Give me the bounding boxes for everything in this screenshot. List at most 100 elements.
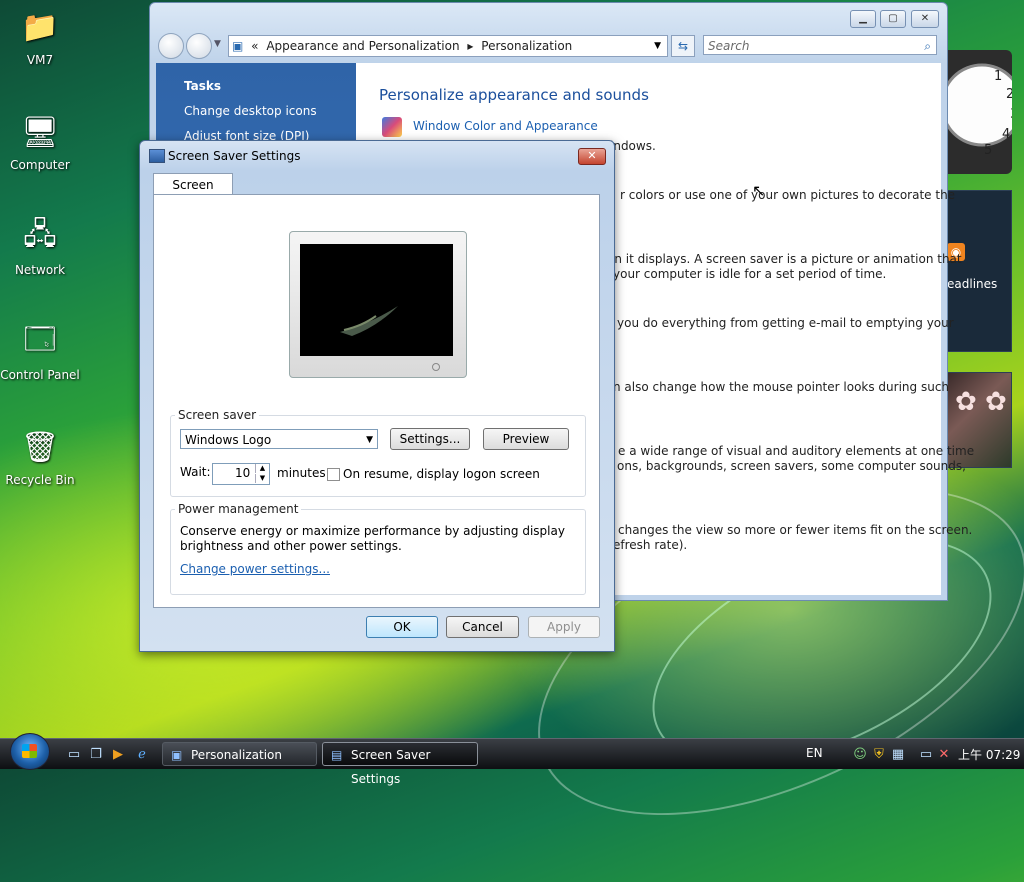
network-tray-icon[interactable]: ▦ — [890, 747, 906, 763]
change-power-settings-link[interactable]: Change power settings... — [180, 562, 330, 576]
dialog-title: Screen Saver Settings — [168, 149, 301, 163]
display-tray-icon[interactable]: ▭ — [918, 747, 934, 763]
task-change-desktop-icons[interactable]: Change desktop icons — [184, 104, 317, 118]
recycle-bin-icon: 🗑 — [20, 429, 60, 465]
desktop-icon-label: Computer — [10, 158, 70, 172]
feed-label: eadlines — [947, 277, 998, 291]
search-input[interactable]: Search ⌕ — [703, 35, 937, 55]
mouse-cursor-icon: ↖ — [752, 181, 766, 200]
content-text: you do everything from getting e-mail to… — [617, 316, 954, 330]
settings-button[interactable]: Settings... — [390, 428, 470, 450]
tab-screen-saver[interactable]: Screen Saver — [153, 173, 233, 214]
logon-screen-label: On resume, display logon screen — [343, 467, 540, 481]
desktop-icon-control-panel[interactable]: 🗔 Control Panel — [0, 320, 80, 383]
breadcrumb-appearance[interactable]: Appearance and Personalization — [266, 39, 459, 53]
windows-flag-icon — [22, 744, 37, 758]
content-text: indows. — [610, 139, 656, 153]
content-text: r colors or use one of your own pictures… — [620, 188, 956, 202]
desktop-icon-label: Recycle Bin — [5, 473, 75, 487]
stepper-up-icon[interactable]: ▲ — [255, 464, 269, 473]
taskbar-button-label: Personalization — [191, 748, 282, 762]
media-player-icon[interactable]: ▶ — [110, 747, 126, 763]
windows-logo-preview-icon — [340, 306, 398, 336]
clock-face-icon: 2 3 4 5 1 — [938, 50, 1024, 174]
ok-button[interactable]: OK — [366, 616, 438, 638]
wait-minutes-stepper[interactable]: 10 ▲ ▼ — [212, 463, 270, 485]
taskbar-button-screen-saver[interactable]: ▤ Screen Saver Settings — [322, 742, 478, 786]
screen-saver-taskbar-icon: ▤ — [331, 748, 343, 762]
taskbar-clock[interactable]: 上午 07:29 — [958, 746, 1020, 763]
taskbar: ▭ ❐ ▶ ℯ ▣ Personalization ▤ Screen Saver… — [0, 738, 1024, 786]
minutes-label: minutes — [277, 466, 326, 480]
close-button[interactable]: ✕ — [911, 10, 939, 28]
breadcrumb-personalization[interactable]: Personalization — [481, 39, 572, 53]
content-text: your computer is idle for a set period o… — [613, 267, 887, 281]
tasks-heading: Tasks — [184, 79, 222, 93]
svg-text:5: 5 — [984, 143, 992, 158]
recent-pages-chevron-icon[interactable]: ▼ — [214, 39, 221, 49]
desktop-icon-computer[interactable]: 🖥 Computer — [0, 110, 80, 173]
monitor-power-indicator — [432, 363, 440, 371]
monitor-preview — [289, 231, 467, 378]
folder-icon: 📁 — [21, 9, 59, 45]
page-title: Personalize appearance and sounds — [379, 86, 649, 104]
selected-screen-saver: Windows Logo — [185, 433, 272, 447]
screen-saver-group-label: Screen saver — [175, 408, 260, 422]
content-text: changes the view so more or fewer items … — [618, 523, 973, 537]
cancel-button[interactable]: Cancel — [446, 616, 519, 638]
power-description: brightness and other power settings. — [180, 539, 402, 553]
content-text: n also change how the mouse pointer look… — [613, 380, 950, 394]
preview-button[interactable]: Preview — [483, 428, 569, 450]
window-color-link[interactable]: Window Color and Appearance — [413, 119, 598, 133]
content-text: en it displays. A screen saver is a pict… — [607, 252, 962, 266]
screen-saver-settings-dialog[interactable]: Screen Saver Settings ✕ Screen Saver Scr… — [139, 140, 615, 652]
dialog-close-button[interactable]: ✕ — [578, 148, 606, 165]
screen-saver-select[interactable]: Windows Logo ▼ — [180, 429, 378, 449]
logon-screen-checkbox[interactable] — [327, 468, 340, 481]
clock-gadget[interactable]: 2 3 4 5 1 — [938, 50, 1024, 174]
desktop-icon-recycle-bin[interactable]: 🗑 Recycle Bin — [0, 425, 80, 488]
desktop-icon-vm7[interactable]: 📁 VM7 — [0, 5, 80, 68]
svg-text:4: 4 — [1002, 127, 1010, 142]
show-desktop-icon[interactable]: ▭ — [66, 747, 82, 763]
forward-button[interactable] — [186, 33, 212, 59]
content-text: ons, backgrounds, screen savers, some co… — [617, 459, 966, 473]
search-icon[interactable]: ⌕ — [924, 36, 931, 56]
search-placeholder: Search — [708, 39, 750, 53]
maximize-button[interactable]: ▢ — [880, 10, 906, 28]
start-button[interactable] — [10, 733, 50, 770]
flower-photo: ✿ ✿ — [955, 387, 1007, 417]
wait-label: Wait: — [180, 465, 211, 479]
breadcrumb-separator: « — [251, 39, 259, 53]
screen-saver-app-icon — [149, 149, 165, 163]
desktop-icon-network[interactable]: 🖧 Network — [0, 215, 80, 278]
minimize-button[interactable]: ▁ — [850, 10, 876, 28]
feed-headlines-gadget[interactable]: ◉ eadlines — [946, 190, 1012, 352]
svg-text:3: 3 — [1010, 107, 1012, 122]
volume-muted-icon[interactable]: ✕ — [936, 747, 952, 763]
desktop-icon-label: Network — [14, 263, 66, 277]
language-indicator[interactable]: EN — [806, 746, 823, 760]
security-shield-icon[interactable]: ⛨ — [871, 747, 887, 763]
users-tray-icon[interactable]: ☺ — [852, 747, 868, 763]
internet-explorer-icon[interactable]: ℯ — [134, 747, 150, 763]
wait-value: 10 — [235, 466, 251, 480]
screen-saver-panel: Screen saver Windows Logo ▼ Settings... … — [153, 194, 600, 608]
control-panel-small-icon: ▣ — [232, 39, 244, 53]
taskbar-button-personalization[interactable]: ▣ Personalization — [162, 742, 317, 766]
control-panel-icon: 🗔 — [23, 321, 57, 357]
power-management-label: Power management — [175, 502, 302, 516]
chevron-down-icon: ▼ — [366, 435, 373, 445]
switch-windows-icon[interactable]: ❐ — [88, 747, 104, 763]
window-color-icon — [382, 117, 402, 137]
address-dropdown-chevron-icon[interactable]: ▼ — [654, 36, 661, 56]
breadcrumb-arrow[interactable]: ▸ — [467, 39, 473, 53]
refresh-icon[interactable]: ⇆ — [671, 35, 695, 57]
power-description: Conserve energy or maximize performance … — [180, 524, 565, 538]
stepper-down-icon[interactable]: ▼ — [255, 474, 269, 483]
back-button[interactable] — [158, 33, 184, 59]
network-icon: 🖧 — [23, 216, 57, 252]
apply-button[interactable]: Apply — [528, 616, 600, 638]
computer-icon: 🖥 — [20, 114, 60, 150]
address-bar[interactable]: ▣ « Appearance and Personalization ▸ Per… — [228, 35, 668, 57]
